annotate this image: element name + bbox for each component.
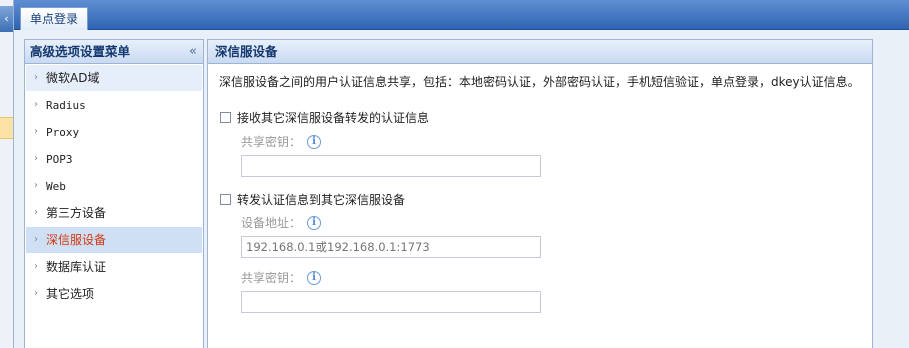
sidebar-item-label: 深信服设备 bbox=[46, 233, 107, 247]
sidebar-item-radius[interactable]: › Radius bbox=[26, 92, 202, 118]
forward-option-row[interactable]: 转发认证信息到其它深信服设备 bbox=[220, 191, 405, 207]
receive-auth-checkbox[interactable] bbox=[220, 111, 231, 123]
device-address-input[interactable] bbox=[241, 236, 541, 258]
sidebar-item-label: Radius bbox=[46, 99, 86, 112]
chevron-right-icon: › bbox=[34, 288, 38, 299]
chevron-right-icon: › bbox=[34, 207, 38, 218]
shared-key-label: 共享密钥： bbox=[241, 135, 302, 149]
device-address-label-row: 设备地址： i bbox=[241, 214, 322, 231]
chevron-right-icon: › bbox=[34, 99, 38, 110]
app-root: ‹ 单点登录 高级选项设置菜单 « › 微软AD域 › Radius › Pro… bbox=[0, 0, 909, 348]
tab-single-sign-on[interactable]: 单点登录 bbox=[20, 7, 89, 30]
sidebar-item-label: Proxy bbox=[46, 126, 80, 139]
settings-panel: 深信服设备 深信服设备之间的用户认证信息共享，包括：本地密码认证，外部密码认证，… bbox=[207, 39, 873, 348]
chevron-right-icon: › bbox=[34, 261, 38, 272]
sidebar-item-label: 其它选项 bbox=[46, 287, 95, 301]
edge-highlight-band bbox=[0, 117, 13, 139]
sidebar-item-other-options[interactable]: › 其它选项 bbox=[26, 281, 202, 307]
forward-key-label-row: 共享密钥： i bbox=[241, 269, 322, 286]
forward-shared-key-input[interactable] bbox=[241, 291, 541, 313]
sidebar-item-proxy[interactable]: › Proxy bbox=[26, 119, 202, 145]
chevron-right-icon: › bbox=[34, 234, 38, 245]
sidebar-item-label: 第三方设备 bbox=[46, 206, 107, 220]
sidebar-item-sangfor-device[interactable]: › 深信服设备 bbox=[26, 227, 202, 253]
sidebar-item-database-auth[interactable]: › 数据库认证 bbox=[26, 254, 202, 280]
shared-key-label: 共享密钥： bbox=[241, 271, 302, 285]
collapse-sidebar-icon[interactable]: « bbox=[189, 40, 197, 64]
chevron-right-icon: › bbox=[34, 126, 38, 137]
chevron-right-icon: › bbox=[34, 72, 38, 83]
sidebar-item-web[interactable]: › Web bbox=[26, 173, 202, 199]
right-gutter bbox=[873, 39, 909, 348]
sidebar-item-label: POP3 bbox=[46, 153, 73, 166]
receive-key-label-row: 共享密钥： i bbox=[241, 133, 322, 150]
panel-description: 深信服设备之间的用户认证信息共享，包括：本地密码认证，外部密码认证，手机短信验证… bbox=[219, 75, 860, 89]
sidebar-item-label: 数据库认证 bbox=[46, 260, 107, 274]
left-edge-strip: ‹ bbox=[0, 0, 14, 348]
sidebar-item-label: 微软AD域 bbox=[46, 71, 100, 85]
sidebar-item-label: Web bbox=[46, 180, 66, 193]
receive-shared-key-input[interactable] bbox=[241, 155, 541, 177]
sidebar-menu: 高级选项设置菜单 « › 微软AD域 › Radius › Proxy › PO… bbox=[24, 39, 204, 348]
info-icon[interactable]: i bbox=[307, 134, 322, 149]
chevron-right-icon: › bbox=[34, 180, 38, 191]
sidebar-item-pop3[interactable]: › POP3 bbox=[26, 146, 202, 172]
device-address-label: 设备地址： bbox=[241, 216, 302, 230]
sidebar-item-ad[interactable]: › 微软AD域 bbox=[26, 65, 202, 91]
panel-title: 深信服设备 bbox=[208, 40, 872, 64]
info-icon[interactable]: i bbox=[307, 215, 322, 230]
receive-auth-label: 接收其它深信服设备转发的认证信息 bbox=[237, 110, 430, 125]
tab-bar: 单点登录 bbox=[14, 0, 909, 30]
info-icon[interactable]: i bbox=[307, 270, 322, 285]
collapse-left-icon[interactable]: ‹ bbox=[0, 6, 13, 32]
sidebar-title: 高级选项设置菜单 bbox=[30, 44, 131, 59]
forward-auth-checkbox[interactable] bbox=[220, 193, 231, 205]
receive-option-row[interactable]: 接收其它深信服设备转发的认证信息 bbox=[220, 109, 429, 125]
sidebar-header: 高级选项设置菜单 « bbox=[25, 40, 203, 64]
chevron-right-icon: › bbox=[34, 153, 38, 164]
forward-auth-label: 转发认证信息到其它深信服设备 bbox=[237, 192, 406, 207]
sidebar-item-third-party[interactable]: › 第三方设备 bbox=[26, 200, 202, 226]
